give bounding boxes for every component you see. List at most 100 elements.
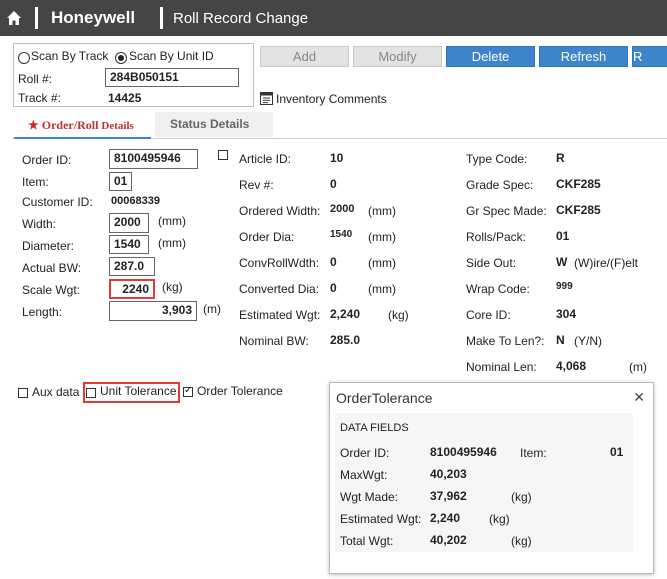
convrollwdth-value: 0 bbox=[330, 255, 337, 269]
order-dia-unit: (mm) bbox=[368, 230, 396, 244]
make-to-len-hint: (Y/N) bbox=[574, 334, 602, 348]
modify-button[interactable]: Modify bbox=[353, 46, 442, 67]
side-out-hint: (W)ire/(F)elt bbox=[574, 256, 638, 270]
unit-tolerance-checkbox[interactable] bbox=[86, 388, 96, 398]
next-button[interactable]: R bbox=[632, 46, 667, 67]
nominal-bw-label: Nominal BW: bbox=[239, 334, 309, 348]
rev-value: 0 bbox=[330, 177, 337, 191]
close-icon[interactable]: ✕ bbox=[633, 389, 645, 406]
diameter-label: Diameter: bbox=[22, 239, 75, 253]
required-star-icon: ★ bbox=[28, 118, 39, 132]
width-input[interactable]: 2000 bbox=[109, 213, 149, 233]
tab-order-roll-details[interactable]: ★ Order/Roll Details bbox=[14, 112, 151, 139]
ordered-width-unit: (mm) bbox=[368, 204, 396, 218]
home-icon[interactable] bbox=[6, 10, 22, 26]
roll-input[interactable]: 284B050151 bbox=[105, 68, 239, 87]
scan-by-unit-radio[interactable] bbox=[115, 52, 127, 64]
popup-total-wgt-value: 40,202 bbox=[430, 533, 467, 547]
popup-est-wgt-unit: (kg) bbox=[489, 512, 510, 526]
scan-by-track-label[interactable]: Scan By Track bbox=[31, 49, 108, 63]
aux-data-checkbox[interactable] bbox=[18, 388, 28, 398]
ordered-width-value: 2000 bbox=[330, 203, 355, 215]
rolls-pack-value: 01 bbox=[556, 229, 570, 243]
side-out-label: Side Out: bbox=[466, 256, 517, 270]
popup-item-label: Item: bbox=[520, 446, 547, 460]
scan-by-unit-label[interactable]: Scan By Unit ID bbox=[129, 49, 214, 63]
scan-panel: Scan By Track Scan By Unit ID Roll #: 28… bbox=[13, 43, 254, 107]
diameter-input[interactable]: 1540 bbox=[109, 235, 149, 254]
popup-maxwgt-label: MaxWgt: bbox=[340, 468, 388, 482]
nominal-len-value: 4,068 bbox=[556, 359, 587, 373]
track-value: 14425 bbox=[108, 91, 142, 105]
header-separator bbox=[35, 7, 38, 29]
estimated-wgt-unit: (kg) bbox=[388, 308, 409, 322]
converted-dia-label: Converted Dia: bbox=[239, 282, 320, 296]
rev-label: Rev #: bbox=[239, 178, 274, 192]
actual-bw-input[interactable]: 287.0 bbox=[109, 257, 155, 276]
order-tolerance-label[interactable]: Order Tolerance bbox=[197, 384, 283, 398]
delete-button[interactable]: Delete bbox=[446, 46, 535, 67]
length-unit: (m) bbox=[203, 302, 221, 316]
article-id-label: Article ID: bbox=[239, 152, 292, 166]
tab-order-roll-sublabel: Details bbox=[101, 120, 134, 132]
grade-spec-value: CKF285 bbox=[556, 177, 601, 191]
unit-tolerance-label[interactable]: Unit Tolerance bbox=[100, 384, 177, 398]
aux-data-label[interactable]: Aux data bbox=[32, 385, 79, 399]
customer-id-label: Customer ID: bbox=[22, 195, 93, 209]
order-id-label: Order ID: bbox=[22, 153, 72, 167]
page-title: Roll Record Change bbox=[173, 10, 309, 27]
convrollwdth-unit: (mm) bbox=[368, 256, 396, 270]
make-to-len-value: N bbox=[556, 333, 565, 347]
refresh-button[interactable]: Refresh bbox=[539, 46, 628, 67]
article-id-value: 10 bbox=[330, 151, 344, 165]
item-input[interactable]: 01 bbox=[109, 172, 132, 191]
popup-total-wgt-label: Total Wgt: bbox=[340, 534, 394, 548]
popup-est-wgt-label: Estimated Wgt: bbox=[340, 512, 422, 526]
order-id-input[interactable]: 8100495946 bbox=[109, 149, 198, 169]
diameter-unit: (mm) bbox=[158, 236, 186, 250]
popup-order-id-value: 8100495946 bbox=[430, 445, 497, 459]
nominal-len-label: Nominal Len: bbox=[466, 360, 537, 374]
header-separator bbox=[160, 7, 163, 29]
customer-id-value: 00068339 bbox=[111, 195, 160, 207]
side-out-value: W bbox=[556, 255, 568, 269]
scan-by-track-radio[interactable] bbox=[18, 52, 30, 64]
dialog-body: DATA FIELDS Order ID: 8100495946 Item: 0… bbox=[335, 413, 633, 552]
ordered-width-label: Ordered Width: bbox=[239, 204, 321, 218]
inventory-comments-link[interactable]: Inventory Comments bbox=[276, 92, 387, 106]
add-button[interactable]: Add bbox=[260, 46, 349, 67]
popup-wgt-made-unit: (kg) bbox=[511, 490, 532, 504]
data-fields-heading: DATA FIELDS bbox=[340, 422, 409, 434]
nominal-len-unit: (m) bbox=[629, 360, 647, 374]
order-tolerance-checkbox[interactable] bbox=[183, 385, 193, 397]
core-id-value: 304 bbox=[556, 307, 577, 321]
popup-order-id-label: Order ID: bbox=[340, 446, 390, 460]
tab-order-roll-label: Order/Roll bbox=[41, 118, 99, 132]
rolls-pack-label: Rolls/Pack: bbox=[466, 230, 527, 244]
type-code-label: Type Code: bbox=[466, 152, 528, 166]
wrap-code-value: 999 bbox=[556, 281, 573, 292]
track-label: Track #: bbox=[18, 91, 61, 105]
app-header: Honeywell Roll Record Change bbox=[0, 0, 667, 36]
popup-wgt-made-value: 37,962 bbox=[430, 489, 467, 503]
wrap-code-label: Wrap Code: bbox=[466, 282, 530, 296]
popup-est-wgt-value: 2,240 bbox=[430, 511, 461, 525]
order-tolerance-dialog: OrderTolerance ✕ DATA FIELDS Order ID: 8… bbox=[329, 382, 654, 574]
estimated-wgt-label: Estimated Wgt: bbox=[239, 308, 321, 322]
length-label: Length: bbox=[22, 305, 63, 319]
length-input[interactable]: 3,903 bbox=[109, 301, 197, 321]
make-to-len-label: Make To Len?: bbox=[466, 334, 545, 348]
dialog-title: OrderTolerance bbox=[336, 390, 433, 406]
scale-wgt-unit: (kg) bbox=[162, 280, 183, 294]
roll-label: Roll #: bbox=[18, 72, 53, 86]
converted-dia-unit: (mm) bbox=[368, 282, 396, 296]
scale-wgt-input[interactable]: 2240 bbox=[109, 279, 155, 299]
article-checkbox[interactable] bbox=[218, 150, 228, 160]
notes-icon[interactable] bbox=[260, 92, 273, 105]
estimated-wgt-value: 2,240 bbox=[330, 307, 361, 321]
popup-maxwgt-value: 40,203 bbox=[430, 467, 467, 481]
tab-status-details[interactable]: Status Details bbox=[155, 112, 273, 137]
nominal-bw-value: 285.0 bbox=[330, 333, 361, 347]
converted-dia-value: 0 bbox=[330, 281, 337, 295]
width-unit: (mm) bbox=[158, 214, 186, 228]
